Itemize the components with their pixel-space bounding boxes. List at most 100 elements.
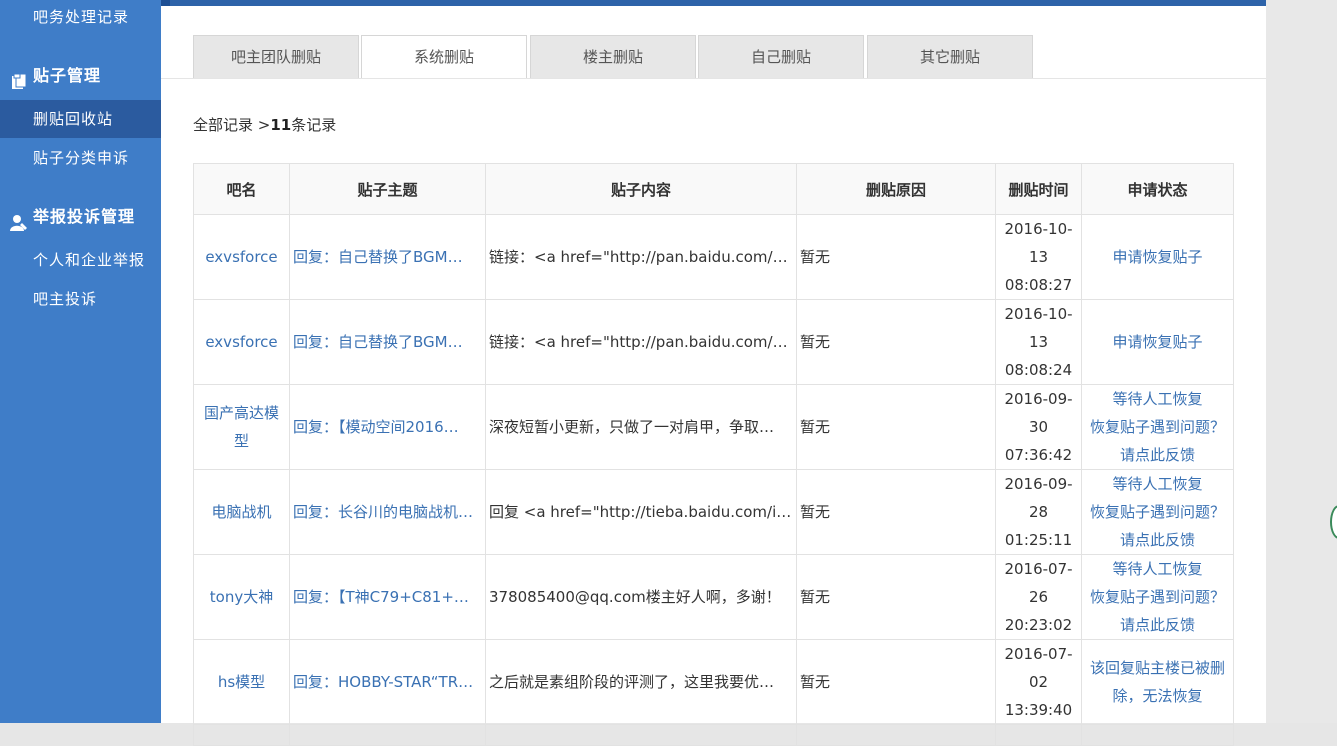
- status-waiting: 等待人工恢复: [1112, 475, 1203, 493]
- breadcrumb-suffix: 条记录: [291, 116, 337, 134]
- cell-empty: [995, 724, 1082, 746]
- cell-title: 回复：【T神C79+C81+…: [289, 554, 486, 640]
- tab-divider: [161, 78, 1266, 79]
- sidebar-section-posts-label: 贴子管理: [33, 66, 102, 85]
- table-row-partial: [193, 724, 1234, 746]
- delete-date: 2016-07-26: [1004, 560, 1073, 606]
- page-gutter: [1266, 0, 1337, 723]
- cell-content: 深夜短暂小更新，只做了一对肩甲，争取…: [485, 384, 797, 470]
- status-feedback-link[interactable]: 请点此反馈: [1085, 526, 1230, 554]
- cell-empty: [289, 724, 486, 746]
- sidebar: 吧务处理记录 贴子管理 删贴回收站 贴子分类申诉 举报投诉管理 个人和企业举报 …: [0, 0, 161, 723]
- cell-time: 2016-10-13 08:08:24: [995, 299, 1082, 385]
- cell-bar: hs模型: [193, 639, 290, 725]
- post-title-link[interactable]: 回复：自己替换了BGM…: [293, 248, 463, 266]
- main-panel: 吧主团队删贴 系统删贴 楼主删贴 自己删贴 其它删贴 全部记录 >11条记录 吧…: [161, 6, 1266, 746]
- delete-date: 2016-10-13: [1004, 220, 1073, 266]
- cell-reason: 暂无: [796, 214, 996, 300]
- table-row: exvsforce 回复：自己替换了BGM… 链接：<a href="http:…: [193, 214, 1234, 300]
- cell-content: 链接：<a href="http://pan.baidu.com/s/1b…: [485, 214, 797, 300]
- status-waiting: 等待人工恢复: [1112, 560, 1203, 578]
- cell-title: 回复：自己替换了BGM…: [289, 299, 486, 385]
- post-title-link[interactable]: 回复：【模动空间2016…: [293, 418, 459, 436]
- delete-date: 2016-07-02: [1004, 645, 1073, 691]
- table-row: hs模型 回复：HOBBY-STAR“TR… 之后就是素组阶段的评测了，这里我要…: [193, 639, 1234, 725]
- status-unrecoverable: 该回复贴主楼已被删: [1089, 659, 1225, 677]
- sidebar-item-personal-report[interactable]: 个人和企业举报: [0, 241, 161, 279]
- cell-bar: exvsforce: [193, 299, 290, 385]
- table-row: exvsforce 回复：自己替换了BGM… 链接：<a href="http:…: [193, 299, 1234, 385]
- status-problem-link[interactable]: 恢复贴子遇到问题？: [1085, 583, 1230, 611]
- bar-link[interactable]: 电脑战机: [211, 503, 271, 521]
- cell-bar: 电脑战机: [193, 469, 290, 555]
- post-title-link[interactable]: 回复：长谷川的电脑战机…: [293, 503, 473, 521]
- cell-reason: 暂无: [796, 639, 996, 725]
- tab-other-deleted[interactable]: 其它删贴: [867, 35, 1033, 78]
- cell-status: 申请恢复贴子: [1081, 214, 1234, 300]
- delete-time: 07:36:42: [1004, 446, 1073, 464]
- sidebar-item-recycle-bin[interactable]: 删贴回收站: [0, 100, 161, 138]
- cell-reason: 暂无: [796, 384, 996, 470]
- cell-reason: 暂无: [796, 469, 996, 555]
- status-waiting: 等待人工恢复: [1112, 390, 1203, 408]
- table-row: tony大神 回复：【T神C79+C81+… 378085400@qq.com楼…: [193, 554, 1234, 640]
- bar-link[interactable]: exvsforce: [205, 333, 277, 351]
- post-title-link[interactable]: 回复：【T神C79+C81+…: [293, 588, 469, 606]
- table-row: 电脑战机 回复：长谷川的电脑战机… 回复 <a href="http://tie…: [193, 469, 1234, 555]
- breadcrumb: 全部记录 >11条记录: [193, 114, 336, 135]
- cell-title: 回复：HOBBY-STAR“TR…: [289, 639, 486, 725]
- status-problem-link[interactable]: 恢复贴子遇到问题？: [1085, 498, 1230, 526]
- tab-system-deleted[interactable]: 系统删贴: [361, 35, 527, 79]
- cell-empty: [193, 724, 290, 746]
- delete-date: 2016-10-13: [1004, 305, 1073, 351]
- status-problem-link[interactable]: 恢复贴子遇到问题？: [1085, 413, 1230, 441]
- restore-post-link[interactable]: 申请恢复贴子: [1112, 248, 1202, 266]
- cell-status: 等待人工恢复 恢复贴子遇到问题？ 请点此反馈: [1081, 469, 1234, 555]
- post-title-link[interactable]: 回复：HOBBY-STAR“TR…: [293, 673, 473, 691]
- sidebar-section-report-label: 举报投诉管理: [33, 207, 136, 226]
- cell-time: 2016-09-30 07:36:42: [995, 384, 1082, 470]
- cell-status: 该回复贴主楼已被删 除，无法恢复: [1081, 639, 1234, 725]
- cell-content: 之后就是素组阶段的评测了，这里我要优…: [485, 639, 797, 725]
- restore-post-link[interactable]: 申请恢复贴子: [1112, 333, 1202, 351]
- bar-link[interactable]: tony大神: [210, 588, 273, 606]
- cell-content: 378085400@qq.com楼主好人啊，多谢！: [485, 554, 797, 640]
- cell-reason: 暂无: [796, 299, 996, 385]
- post-title-link[interactable]: 回复：自己替换了BGM…: [293, 333, 463, 351]
- cell-reason: 暂无: [796, 554, 996, 640]
- col-header-title: 贴子主题: [289, 163, 486, 215]
- tab-team-deleted[interactable]: 吧主团队删贴: [193, 35, 359, 78]
- cell-title: 回复：自己替换了BGM…: [289, 214, 486, 300]
- tab-owner-deleted[interactable]: 楼主删贴: [530, 35, 696, 78]
- table-row: 国产高达模型 回复：【模动空间2016… 深夜短暂小更新，只做了一对肩甲，争取……: [193, 384, 1234, 470]
- status-unrecoverable-cont: 除，无法恢复: [1112, 687, 1203, 705]
- bar-link[interactable]: hs模型: [218, 673, 265, 691]
- sidebar-item-post-appeal[interactable]: 贴子分类申诉: [0, 139, 161, 177]
- cell-time: 2016-07-02 13:39:40: [995, 639, 1082, 725]
- status-feedback-link[interactable]: 请点此反馈: [1085, 441, 1230, 469]
- cell-content: 回复 <a href="http://tieba.baidu.com/i/sys…: [485, 469, 797, 555]
- col-header-time: 删贴时间: [995, 163, 1082, 215]
- status-feedback-link[interactable]: 请点此反馈: [1085, 611, 1230, 639]
- col-header-status: 申请状态: [1081, 163, 1234, 215]
- bar-link[interactable]: 国产高达模型: [204, 404, 279, 450]
- delete-date: 2016-09-28: [1004, 475, 1073, 521]
- sidebar-section-posts: 贴子管理: [10, 57, 101, 95]
- sidebar-item-admin-records[interactable]: 吧务处理记录: [0, 0, 161, 36]
- delete-date: 2016-09-30: [1004, 390, 1073, 436]
- col-header-bar: 吧名: [193, 163, 290, 215]
- delete-time: 08:08:24: [1004, 361, 1073, 379]
- cell-bar: 国产高达模型: [193, 384, 290, 470]
- bar-link[interactable]: exvsforce: [205, 248, 277, 266]
- delete-time: 01:25:11: [1004, 531, 1073, 549]
- cell-empty: [1081, 724, 1234, 746]
- tab-self-deleted[interactable]: 自己删贴: [698, 35, 864, 78]
- cell-status: 申请恢复贴子: [1081, 299, 1234, 385]
- cell-time: 2016-07-26 20:23:02: [995, 554, 1082, 640]
- sidebar-section-report: 举报投诉管理: [10, 198, 135, 236]
- breadcrumb-root[interactable]: 全部记录 >: [193, 116, 270, 134]
- cell-status: 等待人工恢复 恢复贴子遇到问题？ 请点此反馈: [1081, 554, 1234, 640]
- delete-time: 20:23:02: [1004, 616, 1073, 634]
- sidebar-item-owner-complaint[interactable]: 吧主投诉: [0, 280, 161, 318]
- cell-content: 链接：<a href="http://pan.baidu.com/s/1o…: [485, 299, 797, 385]
